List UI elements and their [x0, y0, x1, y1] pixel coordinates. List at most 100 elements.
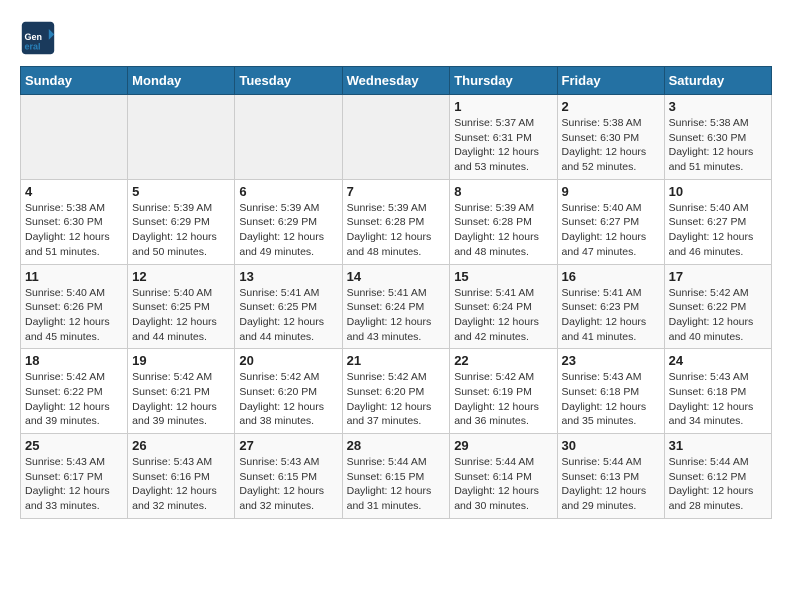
day-number: 26	[132, 438, 230, 453]
day-info: Sunrise: 5:43 AM Sunset: 6:15 PM Dayligh…	[239, 455, 337, 514]
day-number: 9	[562, 184, 660, 199]
day-cell: 9 Sunrise: 5:40 AM Sunset: 6:27 PM Daylig…	[557, 179, 664, 264]
day-info: Sunrise: 5:40 AM Sunset: 6:27 PM Dayligh…	[562, 201, 660, 260]
day-info: Sunrise: 5:43 AM Sunset: 6:18 PM Dayligh…	[669, 370, 767, 429]
day-cell: 3 Sunrise: 5:38 AM Sunset: 6:30 PM Daylig…	[664, 95, 771, 180]
day-number: 18	[25, 353, 123, 368]
day-number: 13	[239, 269, 337, 284]
day-number: 10	[669, 184, 767, 199]
day-info: Sunrise: 5:43 AM Sunset: 6:18 PM Dayligh…	[562, 370, 660, 429]
day-cell: 5 Sunrise: 5:39 AM Sunset: 6:29 PM Daylig…	[128, 179, 235, 264]
day-info: Sunrise: 5:38 AM Sunset: 6:30 PM Dayligh…	[25, 201, 123, 260]
day-info: Sunrise: 5:41 AM Sunset: 6:25 PM Dayligh…	[239, 286, 337, 345]
day-header-monday: Monday	[128, 67, 235, 95]
day-info: Sunrise: 5:38 AM Sunset: 6:30 PM Dayligh…	[562, 116, 660, 175]
calendar-header: SundayMondayTuesdayWednesdayThursdayFrid…	[21, 67, 772, 95]
day-info: Sunrise: 5:44 AM Sunset: 6:15 PM Dayligh…	[347, 455, 446, 514]
day-cell: 31Sunrise: 5:44 AM Sunset: 6:12 PM Dayli…	[664, 434, 771, 519]
day-header-friday: Friday	[557, 67, 664, 95]
day-cell: 29 Sunrise: 5:44 AM Sunset: 6:14 PM Dayli…	[450, 434, 557, 519]
day-number: 19	[132, 353, 230, 368]
day-number: 16	[562, 269, 660, 284]
day-cell: 2 Sunrise: 5:38 AM Sunset: 6:30 PM Daylig…	[557, 95, 664, 180]
day-cell: 23Sunrise: 5:43 AM Sunset: 6:18 PM Dayli…	[557, 349, 664, 434]
day-info: Sunrise: 5:40 AM Sunset: 6:26 PM Dayligh…	[25, 286, 123, 345]
week-row-3: 18 Sunrise: 5:42 AM Sunset: 6:22 PM Dayli…	[21, 349, 772, 434]
day-number: 2	[562, 99, 660, 114]
day-number: 22	[454, 353, 552, 368]
day-header-saturday: Saturday	[664, 67, 771, 95]
day-cell: 18 Sunrise: 5:42 AM Sunset: 6:22 PM Dayli…	[21, 349, 128, 434]
day-cell: 11Sunrise: 5:40 AM Sunset: 6:26 PM Dayli…	[21, 264, 128, 349]
day-number: 7	[347, 184, 446, 199]
day-number: 15	[454, 269, 552, 284]
week-row-0: 1 Sunrise: 5:37 AM Sunset: 6:31 PM Daylig…	[21, 95, 772, 180]
day-number: 17	[669, 269, 767, 284]
day-info: Sunrise: 5:41 AM Sunset: 6:24 PM Dayligh…	[454, 286, 552, 345]
day-info: Sunrise: 5:37 AM Sunset: 6:31 PM Dayligh…	[454, 116, 552, 175]
day-cell: 6Sunrise: 5:39 AM Sunset: 6:29 PM Daylig…	[235, 179, 342, 264]
day-cell: 7 Sunrise: 5:39 AM Sunset: 6:28 PM Daylig…	[342, 179, 450, 264]
day-number: 14	[347, 269, 446, 284]
day-info: Sunrise: 5:40 AM Sunset: 6:25 PM Dayligh…	[132, 286, 230, 345]
day-info: Sunrise: 5:44 AM Sunset: 6:13 PM Dayligh…	[562, 455, 660, 514]
day-header-tuesday: Tuesday	[235, 67, 342, 95]
day-header-sunday: Sunday	[21, 67, 128, 95]
day-number: 24	[669, 353, 767, 368]
day-number: 12	[132, 269, 230, 284]
day-info: Sunrise: 5:39 AM Sunset: 6:29 PM Dayligh…	[239, 201, 337, 260]
day-cell: 22 Sunrise: 5:42 AM Sunset: 6:19 PM Dayli…	[450, 349, 557, 434]
week-row-1: 4 Sunrise: 5:38 AM Sunset: 6:30 PM Daylig…	[21, 179, 772, 264]
day-cell: 30 Sunrise: 5:44 AM Sunset: 6:13 PM Dayli…	[557, 434, 664, 519]
day-info: Sunrise: 5:42 AM Sunset: 6:20 PM Dayligh…	[239, 370, 337, 429]
day-cell: 28Sunrise: 5:44 AM Sunset: 6:15 PM Dayli…	[342, 434, 450, 519]
day-cell: 12 Sunrise: 5:40 AM Sunset: 6:25 PM Dayli…	[128, 264, 235, 349]
day-number: 21	[347, 353, 446, 368]
calendar: SundayMondayTuesdayWednesdayThursdayFrid…	[20, 66, 772, 519]
day-cell	[21, 95, 128, 180]
day-cell: 1 Sunrise: 5:37 AM Sunset: 6:31 PM Daylig…	[450, 95, 557, 180]
day-cell: 8Sunrise: 5:39 AM Sunset: 6:28 PM Daylig…	[450, 179, 557, 264]
day-number: 5	[132, 184, 230, 199]
day-cell: 19Sunrise: 5:42 AM Sunset: 6:21 PM Dayli…	[128, 349, 235, 434]
day-cell: 27 Sunrise: 5:43 AM Sunset: 6:15 PM Dayli…	[235, 434, 342, 519]
logo: Gen eral	[20, 20, 60, 56]
day-cell: 4 Sunrise: 5:38 AM Sunset: 6:30 PM Daylig…	[21, 179, 128, 264]
day-info: Sunrise: 5:39 AM Sunset: 6:28 PM Dayligh…	[454, 201, 552, 260]
day-number: 27	[239, 438, 337, 453]
day-info: Sunrise: 5:42 AM Sunset: 6:19 PM Dayligh…	[454, 370, 552, 429]
day-header-wednesday: Wednesday	[342, 67, 450, 95]
day-number: 1	[454, 99, 552, 114]
day-info: Sunrise: 5:42 AM Sunset: 6:22 PM Dayligh…	[669, 286, 767, 345]
day-cell: 20 Sunrise: 5:42 AM Sunset: 6:20 PM Dayli…	[235, 349, 342, 434]
day-number: 29	[454, 438, 552, 453]
day-cell: 13 Sunrise: 5:41 AM Sunset: 6:25 PM Dayli…	[235, 264, 342, 349]
day-info: Sunrise: 5:38 AM Sunset: 6:30 PM Dayligh…	[669, 116, 767, 175]
day-info: Sunrise: 5:42 AM Sunset: 6:20 PM Dayligh…	[347, 370, 446, 429]
day-cell	[128, 95, 235, 180]
day-info: Sunrise: 5:41 AM Sunset: 6:24 PM Dayligh…	[347, 286, 446, 345]
day-info: Sunrise: 5:39 AM Sunset: 6:28 PM Dayligh…	[347, 201, 446, 260]
day-info: Sunrise: 5:43 AM Sunset: 6:17 PM Dayligh…	[25, 455, 123, 514]
day-number: 4	[25, 184, 123, 199]
week-row-4: 25Sunrise: 5:43 AM Sunset: 6:17 PM Dayli…	[21, 434, 772, 519]
days-of-week-row: SundayMondayTuesdayWednesdayThursdayFrid…	[21, 67, 772, 95]
day-info: Sunrise: 5:42 AM Sunset: 6:22 PM Dayligh…	[25, 370, 123, 429]
day-cell: 24 Sunrise: 5:43 AM Sunset: 6:18 PM Dayli…	[664, 349, 771, 434]
day-info: Sunrise: 5:43 AM Sunset: 6:16 PM Dayligh…	[132, 455, 230, 514]
day-info: Sunrise: 5:41 AM Sunset: 6:23 PM Dayligh…	[562, 286, 660, 345]
day-number: 20	[239, 353, 337, 368]
day-cell: 14 Sunrise: 5:41 AM Sunset: 6:24 PM Dayli…	[342, 264, 450, 349]
day-cell: 17 Sunrise: 5:42 AM Sunset: 6:22 PM Dayli…	[664, 264, 771, 349]
day-info: Sunrise: 5:40 AM Sunset: 6:27 PM Dayligh…	[669, 201, 767, 260]
svg-text:Gen: Gen	[25, 32, 43, 42]
day-number: 31	[669, 438, 767, 453]
day-number: 30	[562, 438, 660, 453]
day-cell: 10 Sunrise: 5:40 AM Sunset: 6:27 PM Dayli…	[664, 179, 771, 264]
week-row-2: 11Sunrise: 5:40 AM Sunset: 6:26 PM Dayli…	[21, 264, 772, 349]
day-number: 3	[669, 99, 767, 114]
svg-text:eral: eral	[25, 42, 41, 52]
day-info: Sunrise: 5:39 AM Sunset: 6:29 PM Dayligh…	[132, 201, 230, 260]
day-info: Sunrise: 5:44 AM Sunset: 6:14 PM Dayligh…	[454, 455, 552, 514]
day-cell: 15 Sunrise: 5:41 AM Sunset: 6:24 PM Dayli…	[450, 264, 557, 349]
